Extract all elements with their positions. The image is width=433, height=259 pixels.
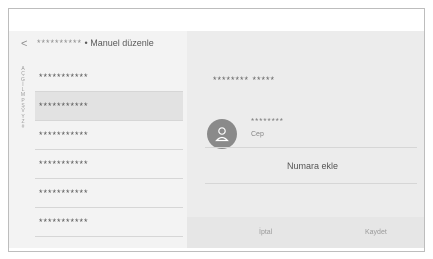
list-item[interactable]: *********** <box>35 150 183 179</box>
divider <box>205 183 417 184</box>
chevron-left-icon[interactable]: < <box>21 38 27 50</box>
cancel-button[interactable]: İptal <box>259 229 272 236</box>
header-title: ********** • Manuel düzenle <box>37 38 154 48</box>
add-number-button[interactable]: Numara ekle <box>287 161 338 171</box>
display-frame: < ********** • Manuel düzenle A Ç G İ L … <box>8 8 425 252</box>
alphabet-letter[interactable]: # <box>19 124 27 130</box>
phone-number[interactable]: ******** <box>251 117 284 126</box>
list-item[interactable]: *********** <box>35 63 183 92</box>
contact-list-panel: < ********** • Manuel düzenle A Ç G İ L … <box>9 31 187 248</box>
list-item[interactable]: *********** <box>35 121 183 150</box>
list-item[interactable]: *********** <box>35 179 183 208</box>
divider <box>205 147 417 148</box>
screen: < ********** • Manuel düzenle A Ç G İ L … <box>9 31 424 248</box>
avatar <box>207 119 237 149</box>
alphabet-index[interactable]: A Ç G İ L M P Ş V Y Z # <box>19 66 27 131</box>
list-item-selected[interactable]: *********** <box>35 92 183 121</box>
header-separator: • <box>84 38 88 48</box>
save-button[interactable]: Kaydet <box>365 229 387 236</box>
page-title: Manuel düzenle <box>90 38 154 48</box>
contact-list: *********** *********** *********** ****… <box>35 63 183 237</box>
phone-type: Cep <box>251 131 264 138</box>
header-contact-name: ********** <box>37 38 83 48</box>
action-bar: İptal Kaydet <box>187 217 424 248</box>
contact-detail-panel: ******** ***** ******** Cep Numara ekle … <box>187 31 424 248</box>
contact-name: ******** ***** <box>213 75 276 85</box>
person-icon <box>215 127 229 142</box>
list-item[interactable]: *********** <box>35 208 183 237</box>
